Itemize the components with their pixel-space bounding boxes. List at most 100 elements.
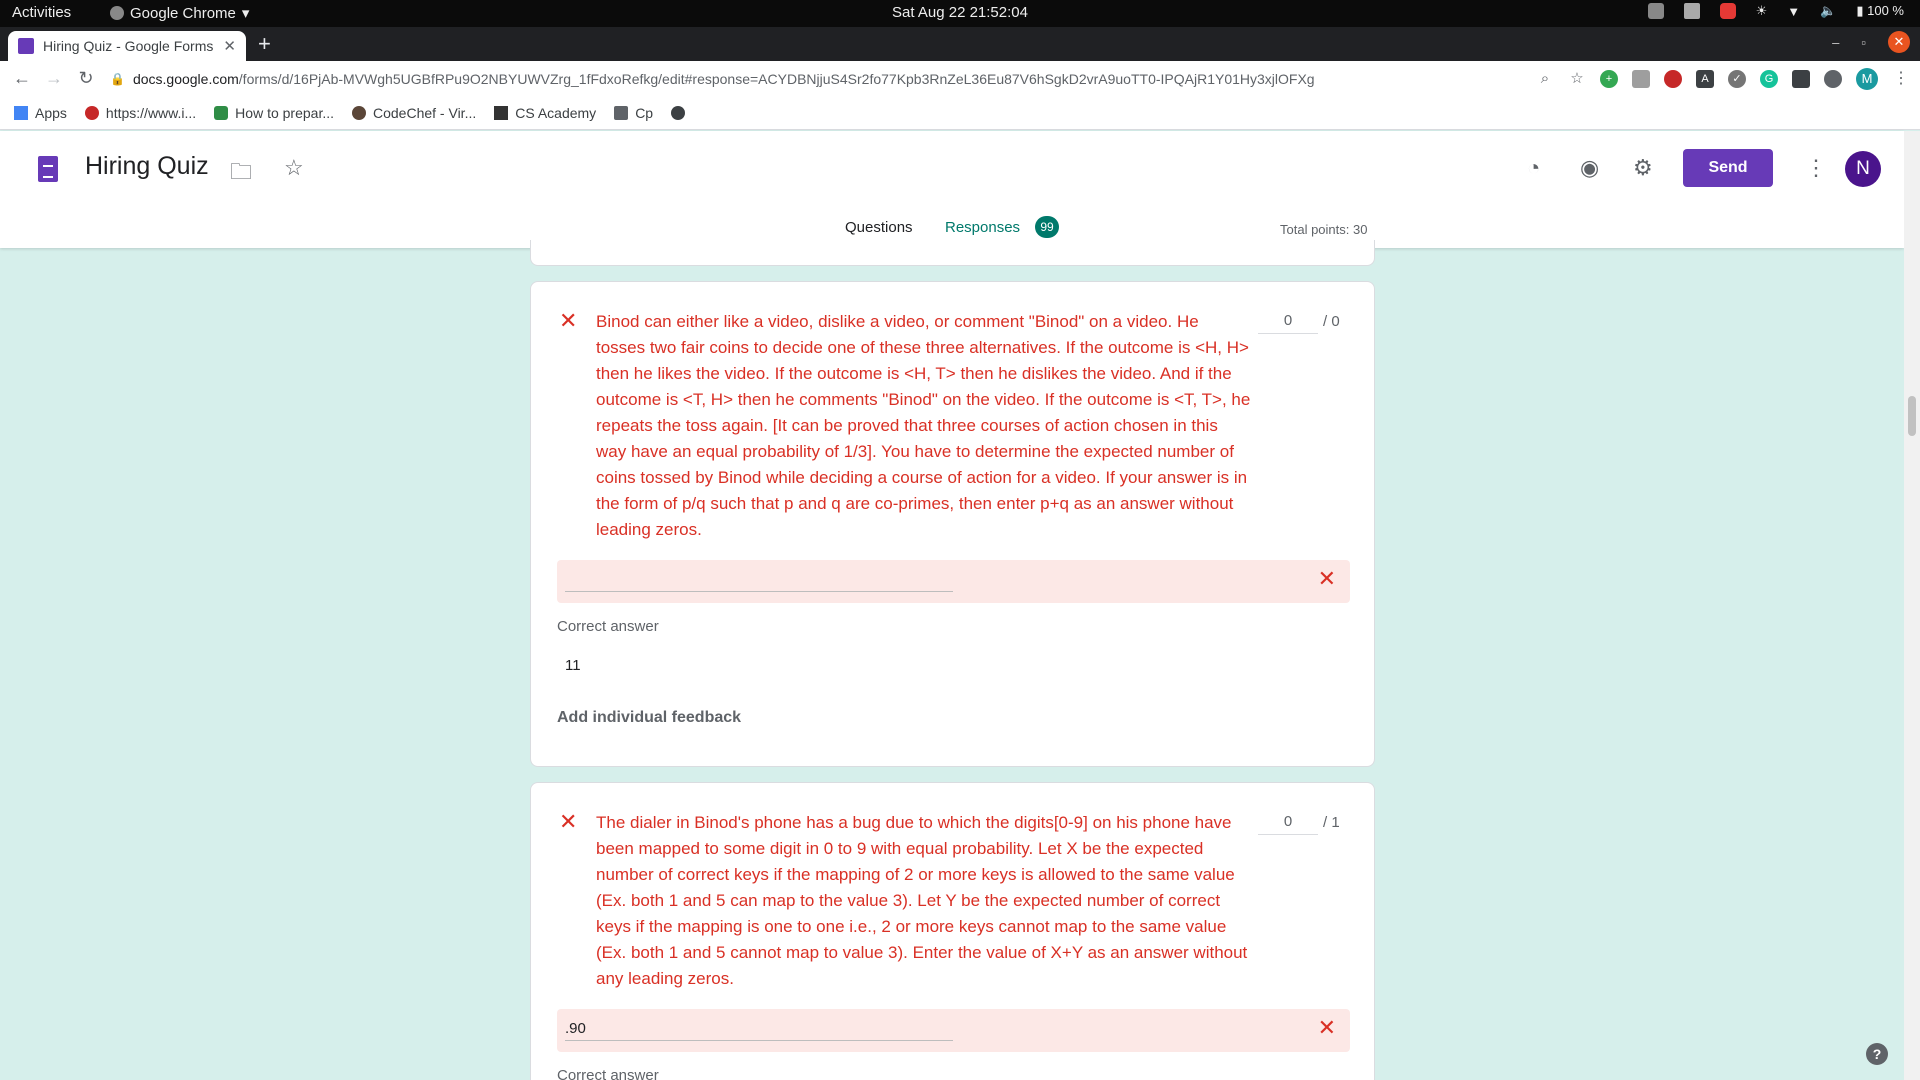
bookmark-apps[interactable]: Apps <box>14 105 67 121</box>
responses-count-badge: 99 <box>1035 216 1059 238</box>
extension-tab-icon[interactable] <box>1792 70 1810 88</box>
tab-questions[interactable]: Questions <box>845 219 913 236</box>
question-text: The dialer in Binod's phone has a bug du… <box>596 813 1248 988</box>
window-controls: – ▫ ✕ <box>1832 31 1910 53</box>
correct-answer-label: Correct answer <box>557 1067 659 1080</box>
preview-eye-icon[interactable]: ◉ <box>1580 155 1599 181</box>
score-input[interactable]: 0 <box>1258 813 1318 835</box>
page-scrollbar[interactable] <box>1904 131 1920 1080</box>
correct-answer-value: 11 <box>565 657 581 674</box>
folder-icon <box>614 105 629 120</box>
notification-icon[interactable] <box>1719 3 1736 19</box>
form-title[interactable]: Hiring Quiz <box>85 152 209 181</box>
scrollbar-thumb[interactable] <box>1908 396 1916 436</box>
score-max: / 1 <box>1323 814 1340 831</box>
response-answer-value: .90 <box>565 1020 586 1037</box>
score-input[interactable]: 0 <box>1258 312 1318 334</box>
minimize-icon[interactable]: – <box>1832 35 1839 50</box>
new-tab-button[interactable]: + <box>258 31 271 57</box>
bookmark-favicon-icon <box>84 105 99 120</box>
url-host: docs.google.com <box>132 70 239 87</box>
forward-arrow-icon[interactable]: → <box>38 68 70 89</box>
forms-favicon-icon <box>18 38 34 54</box>
back-arrow-icon[interactable]: ← <box>6 68 38 89</box>
bookmark-label: CS Academy <box>515 104 597 121</box>
tab-title: Hiring Quiz - Google Forms <box>43 38 214 54</box>
folder-icon[interactable]: 🗀 <box>230 155 252 193</box>
extension-copy-icon[interactable] <box>1632 70 1650 88</box>
brightness-icon[interactable]: ☀ <box>1756 3 1768 19</box>
add-feedback-button[interactable]: Add individual feedback <box>557 709 741 727</box>
send-button[interactable]: Send <box>1683 149 1773 187</box>
reload-icon[interactable]: ↻ <box>70 68 102 89</box>
system-tray[interactable]: ☀ ▼ 🔈 ▮ 100 % <box>1647 3 1904 19</box>
question-card-previous <box>530 240 1375 266</box>
browser-tab[interactable]: Hiring Quiz - Google Forms ✕ <box>8 31 246 61</box>
discord-icon[interactable] <box>1647 3 1664 19</box>
account-avatar[interactable]: N <box>1845 151 1881 187</box>
extension-check-icon[interactable]: ✓ <box>1728 70 1746 88</box>
tab-responses[interactable]: Responses <box>945 219 1020 236</box>
extensions-puzzle-icon[interactable] <box>1824 70 1842 88</box>
bookmark-link[interactable] <box>671 105 686 120</box>
bookmark-label: Apps <box>35 104 67 121</box>
google-forms-logo-icon[interactable] <box>38 156 58 182</box>
bookmark-link[interactable]: CS Academy <box>494 105 596 121</box>
palette-icon[interactable]: ◔ <box>1527 155 1540 181</box>
help-icon[interactable]: ? <box>1866 1043 1888 1065</box>
grammarly-icon[interactable]: G <box>1760 70 1778 88</box>
extension-red-icon[interactable] <box>1664 70 1682 88</box>
bookmark-star-icon[interactable]: ☆ <box>1568 70 1586 88</box>
lock-icon[interactable]: 🔒 <box>110 72 125 86</box>
close-x-icon: ✕ <box>1317 1015 1336 1040</box>
bookmark-label: Cp <box>635 104 654 121</box>
bookmark-label: CodeChef - Vir... <box>373 104 477 121</box>
zoom-icon[interactable]: ⌕ <box>1536 70 1554 88</box>
codechef-icon <box>352 105 366 120</box>
answer-underline <box>565 591 953 592</box>
bookmarks-bar: Apps https://www.i... How to prepar... C… <box>0 96 1920 130</box>
extensions-area: ⌕ ☆ + A ✓ G M ⋮ <box>1536 68 1910 90</box>
bookmark-link[interactable]: CodeChef - Vir... <box>352 105 476 121</box>
answer-underline <box>565 1040 953 1041</box>
volume-icon[interactable]: 🔈 <box>1820 3 1836 19</box>
incorrect-x-icon: ✕ <box>559 308 578 333</box>
forms-header: Hiring Quiz 🗀 ☆ ◔ ◉ ⚙ Send ⋮ N Questions… <box>0 131 1904 248</box>
settings-gear-icon[interactable]: ⚙ <box>1633 155 1653 181</box>
bookmark-label: How to prepar... <box>235 104 334 121</box>
battery-icon: ▮ <box>1856 3 1864 18</box>
window-close-icon[interactable]: ✕ <box>1888 31 1910 53</box>
more-vert-icon[interactable]: ⋮ <box>1805 155 1827 181</box>
cs-academy-icon <box>494 105 509 120</box>
total-points: Total points: 30 <box>1280 222 1368 237</box>
question-card: ✕ Binod can either like a video, dislike… <box>530 281 1375 767</box>
close-x-icon: ✕ <box>1317 566 1336 591</box>
bookmark-link[interactable]: How to prepar... <box>214 105 334 121</box>
dropbox-icon[interactable] <box>1683 3 1700 19</box>
chrome-menu-icon[interactable]: ⋮ <box>1892 70 1910 88</box>
address-bar[interactable]: 🔒 docs.google.com/forms/d/16PjAb-MVWgh5U… <box>110 64 1568 93</box>
battery-label: 100 % <box>1867 3 1904 18</box>
wifi-icon[interactable]: ▼ <box>1787 4 1800 19</box>
incorrect-x-icon: ✕ <box>559 809 578 834</box>
question-text: Binod can either like a video, dislike a… <box>596 312 1251 539</box>
battery-status[interactable]: ▮ 100 % <box>1856 3 1904 19</box>
close-tab-icon[interactable]: ✕ <box>223 37 236 55</box>
globe-icon <box>671 105 686 120</box>
url-path: /forms/d/16PjAb-MVWgh5UGBfRPu9O2NBYUWVZr… <box>238 70 1315 87</box>
clock[interactable]: Sat Aug 22 21:52:04 <box>0 4 1920 21</box>
browser-tab-strip: Hiring Quiz - Google Forms ✕ + – ▫ ✕ <box>0 27 1920 61</box>
score-max: / 0 <box>1323 313 1340 330</box>
question-card: ✕ The dialer in Binod's phone has a bug … <box>530 782 1375 1080</box>
bookmark-link[interactable]: https://www.i... <box>84 104 197 121</box>
extension-plus-icon[interactable]: + <box>1600 70 1618 88</box>
bookmark-label: https://www.i... <box>105 104 197 121</box>
profile-avatar[interactable]: M <box>1856 68 1878 90</box>
apps-grid-icon <box>14 105 28 120</box>
restore-icon[interactable]: ▫ <box>1861 35 1866 50</box>
response-answer-box: ✕ <box>557 560 1350 603</box>
extension-font-icon[interactable]: A <box>1696 70 1714 88</box>
correct-answer-label: Correct answer <box>557 618 659 635</box>
bookmark-folder[interactable]: Cp <box>614 105 653 121</box>
star-icon[interactable]: ☆ <box>284 155 304 181</box>
